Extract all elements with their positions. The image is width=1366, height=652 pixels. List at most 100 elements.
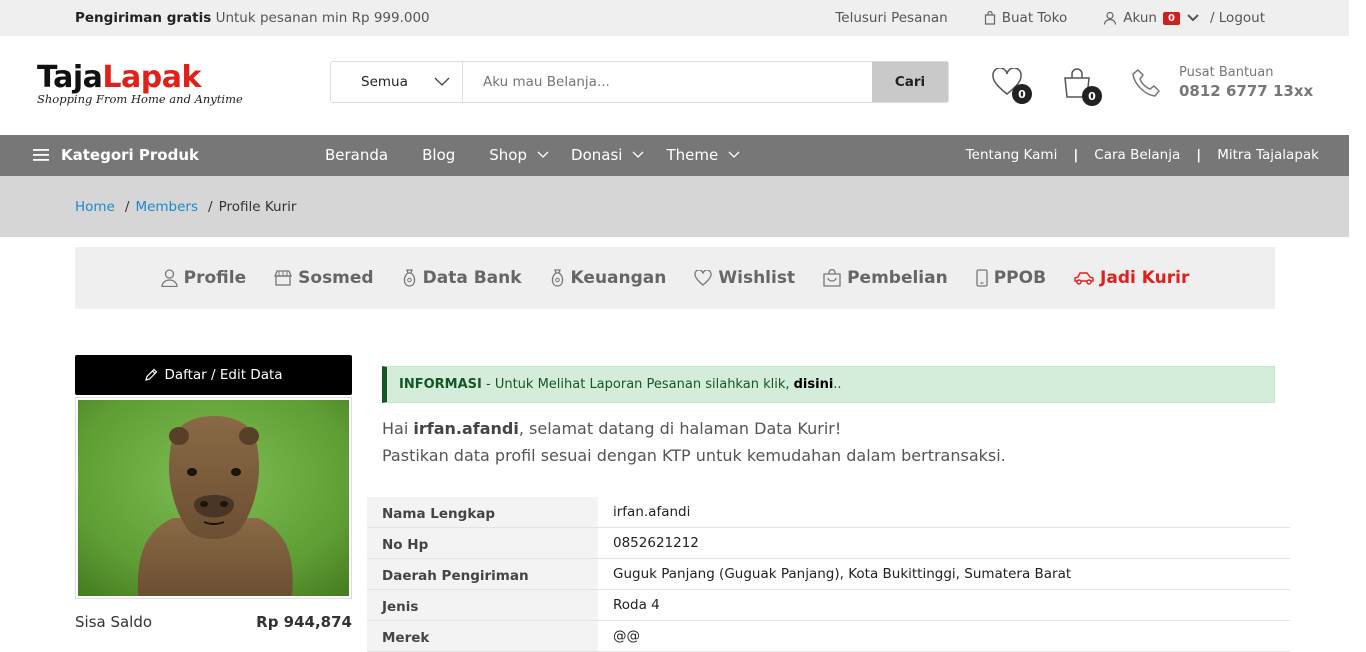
welcome-prefix: Hai [382, 419, 414, 438]
hamburger-icon [33, 149, 49, 161]
info-alert: INFORMASI - Untuk Melihat Laporan Pesana… [382, 366, 1275, 403]
shopping-bag-icon [823, 269, 841, 287]
capybara-photo [78, 400, 349, 596]
nav-item-donasi[interactable]: Donasi [571, 146, 644, 164]
courier-details-table: Nama Lengkap irfan.afandi No Hp 0852621212… [367, 497, 1290, 652]
tab-label: Sosmed [298, 268, 374, 288]
shipping-promo: Pengiriman gratis Untuk pesanan min Rp 9… [75, 10, 430, 26]
alert-link[interactable]: disini [794, 377, 834, 392]
category-menu-button[interactable]: Kategori Produk [33, 146, 199, 164]
profile-tabs: Profile Sosmed Data Bank Keuangan Wishli… [75, 247, 1275, 309]
tab-pembelian[interactable]: Pembelian [823, 268, 948, 288]
chevron-down-icon [1187, 14, 1199, 22]
tab-data-bank[interactable]: Data Bank [402, 268, 522, 288]
tab-label: Data Bank [422, 268, 522, 288]
chevron-down-icon [728, 151, 740, 158]
search-bar: Semua Cari [330, 61, 949, 103]
breadcrumb-separator: / [208, 199, 213, 215]
chevron-down-icon [434, 77, 450, 86]
welcome-line2: Pastikan data profil sesuai dengan KTP u… [382, 446, 1006, 465]
alert-end: .. [833, 377, 842, 392]
user-icon [1104, 11, 1117, 25]
nav-partner-link[interactable]: Mitra Tajalapak [1217, 147, 1319, 163]
welcome-message: Hai irfan.afandi, selamat datang di hala… [382, 415, 1006, 469]
tab-sosmed[interactable]: Sosmed [274, 268, 374, 288]
breadcrumb-home[interactable]: Home [75, 199, 115, 215]
site-logo[interactable]: TajaLapak Shopping From Home and Anytime [37, 60, 243, 107]
tab-ppob[interactable]: PPOB [976, 268, 1046, 288]
alert-label: INFORMASI [399, 377, 482, 392]
tab-label: Profile [183, 268, 247, 288]
nav-item-label: Shop [489, 146, 528, 164]
wishlist-count: 0 [1012, 84, 1032, 104]
welcome-suffix: , selamat datang di halaman Data Kurir! [518, 419, 842, 438]
nav-item-label: Theme [666, 146, 719, 164]
search-input[interactable] [463, 62, 872, 102]
nav-item-label: Beranda [325, 146, 389, 164]
tab-profile[interactable]: Profile [161, 268, 246, 288]
nav-item-theme[interactable]: Theme [666, 146, 740, 164]
wishlist-button[interactable]: 0 [992, 67, 1032, 104]
tab-label: PPOB [993, 268, 1047, 288]
account-menu[interactable]: Akun 0 [1103, 10, 1200, 26]
chevron-down-icon [537, 151, 549, 158]
nav-item-blog[interactable]: Blog [422, 146, 455, 164]
balance-row: Sisa Saldo Rp 944,874 [75, 613, 352, 631]
nav-separator: | [1196, 147, 1202, 163]
nav-separator: | [1073, 147, 1079, 163]
row-label: Merek [367, 621, 598, 651]
nav-how-to-shop-link[interactable]: Cara Belanja [1094, 147, 1180, 163]
money-bag-icon [403, 269, 415, 287]
nav-about-link[interactable]: Tentang Kami [966, 147, 1058, 163]
top-bar: Pengiriman gratis Untuk pesanan min Rp 9… [0, 0, 1349, 36]
logout-link[interactable]: / Logout [1210, 10, 1265, 26]
breadcrumb-members[interactable]: Members [135, 199, 198, 215]
tab-label: Wishlist [718, 268, 796, 288]
main-nav: Kategori Produk Beranda Blog Shop Donasi… [0, 135, 1349, 176]
profile-photo [75, 397, 352, 599]
help-phone: 0812 6777 13xx [1179, 82, 1314, 100]
row-value: Guguk Panjang (Guguak Panjang), Kota Buk… [613, 566, 1072, 582]
create-store-link[interactable]: Buat Toko [984, 10, 1067, 26]
help-center: Pusat Bantuan 0812 6777 13xx [1131, 65, 1313, 100]
nav-item-label: Blog [422, 146, 456, 164]
tab-wishlist[interactable]: Wishlist [694, 268, 795, 288]
row-label: Jenis [367, 590, 598, 620]
category-menu-label: Kategori Produk [61, 146, 199, 164]
logo-tagline: Shopping From Home and Anytime [37, 92, 243, 106]
search-category-select[interactable]: Semua [331, 62, 463, 102]
tab-keuangan[interactable]: Keuangan [550, 268, 666, 288]
cart-button[interactable]: 0 [1062, 68, 1102, 106]
logout-label: / Logout [1209, 10, 1265, 26]
table-row: Daerah Pengiriman Guguk Panjang (Guguak P… [367, 559, 1290, 590]
mobile-phone-icon [976, 269, 988, 287]
row-value: 0852621212 [613, 535, 699, 551]
tab-jadi-kurir[interactable]: Jadi Kurir [1074, 268, 1189, 288]
site-header: TajaLapak Shopping From Home and Anytime… [0, 36, 1349, 135]
edit-data-button[interactable]: Daftar / Edit Data [75, 355, 352, 395]
logo-text-part1: Taja [37, 60, 103, 95]
row-label: No Hp [367, 528, 598, 558]
row-value: Roda 4 [613, 597, 660, 613]
table-row: Merek @@ [367, 621, 1290, 652]
promo-text: Untuk pesanan min Rp 999.000 [215, 10, 430, 26]
alert-text: - Untuk Melihat Laporan Pesanan silahkan… [481, 377, 794, 392]
track-orders-link[interactable]: Telusuri Pesanan [835, 10, 947, 26]
search-category-value: Semua [361, 74, 408, 90]
store-icon [274, 270, 293, 286]
account-badge: 0 [1162, 11, 1180, 25]
table-row: Jenis Roda 4 [367, 590, 1290, 621]
table-row: No Hp 0852621212 [367, 528, 1290, 559]
edit-data-label: Daftar / Edit Data [164, 367, 283, 383]
phone-icon [1132, 68, 1161, 97]
nav-item-beranda[interactable]: Beranda [325, 146, 388, 164]
row-value: irfan.afandi [613, 504, 691, 520]
search-button[interactable]: Cari [872, 62, 948, 102]
promo-bold: Pengiriman gratis [75, 10, 212, 26]
breadcrumb: Home / Members / Profile Kurir [75, 199, 296, 215]
nav-item-shop[interactable]: Shop [489, 146, 549, 164]
table-row: Nama Lengkap irfan.afandi [367, 497, 1290, 528]
logo-text-part2: Lapak [102, 60, 201, 95]
car-icon [1074, 272, 1094, 285]
help-label: Pusat Bantuan [1179, 65, 1274, 80]
